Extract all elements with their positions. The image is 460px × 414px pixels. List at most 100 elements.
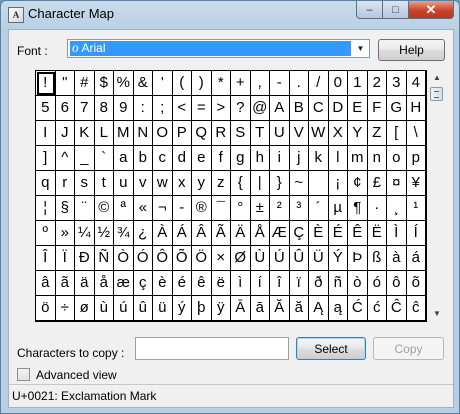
character-cell[interactable]: ]: [36, 146, 56, 171]
character-cell[interactable]: 5: [36, 96, 56, 121]
character-cell[interactable]: :: [133, 96, 153, 121]
character-grid-scrollbar[interactable]: ▲ ▼: [429, 70, 445, 322]
advanced-view-checkbox[interactable]: [17, 368, 30, 381]
character-cell[interactable]: 7: [75, 96, 95, 121]
character-cell[interactable]: t: [94, 171, 114, 196]
character-cell[interactable]: #: [75, 71, 95, 96]
character-cell[interactable]: Ü: [309, 246, 329, 271]
character-cell[interactable]: Õ: [172, 246, 192, 271]
character-cell[interactable]: ×: [211, 246, 231, 271]
character-cell[interactable]: ·: [367, 196, 387, 221]
character-cell[interactable]: ă: [289, 296, 309, 321]
character-cell[interactable]: Ý: [328, 246, 348, 271]
character-cell[interactable]: ®: [192, 196, 212, 221]
character-cell[interactable]: Ñ: [94, 246, 114, 271]
character-cell[interactable]: }: [270, 171, 290, 196]
character-cell[interactable]: ć: [367, 296, 387, 321]
character-cell[interactable]: Ì: [387, 221, 407, 246]
character-cell[interactable]: _: [75, 146, 95, 171]
character-cell[interactable]: Å: [250, 221, 270, 246]
character-cell[interactable]: ï: [289, 271, 309, 296]
character-cell[interactable]: ~: [289, 171, 309, 196]
character-cell[interactable]: ): [192, 71, 212, 96]
character-cell[interactable]: /: [309, 71, 329, 96]
minimize-button[interactable]: –: [356, 1, 383, 19]
scroll-down-arrow-icon[interactable]: ▼: [429, 306, 445, 322]
character-cell[interactable]: o: [387, 146, 407, 171]
character-cell[interactable]: ä: [75, 271, 95, 296]
character-cell[interactable]: C: [309, 96, 329, 121]
copy-button[interactable]: Copy: [373, 337, 444, 360]
character-cell[interactable]: º: [36, 221, 56, 246]
character-cell[interactable]: r: [55, 171, 75, 196]
character-cell[interactable]: [: [387, 121, 407, 146]
character-cell[interactable]: û: [133, 296, 153, 321]
character-cell[interactable]: ô: [387, 271, 407, 296]
character-cell[interactable]: ±: [250, 196, 270, 221]
character-cell[interactable]: Ć: [348, 296, 368, 321]
character-cell[interactable]: T: [250, 121, 270, 146]
character-cell[interactable]: ª: [114, 196, 134, 221]
scroll-thumb[interactable]: [430, 87, 443, 101]
character-cell[interactable]: F: [367, 96, 387, 121]
character-cell[interactable]: Ò: [114, 246, 134, 271]
character-cell[interactable]: (: [172, 71, 192, 96]
character-cell[interactable]: ¾: [114, 221, 134, 246]
character-cell[interactable]: ^: [55, 146, 75, 171]
character-cell[interactable]: a: [114, 146, 134, 171]
character-cell[interactable]: ': [153, 71, 173, 96]
character-cell[interactable]: À: [153, 221, 173, 246]
character-cell[interactable]: É: [328, 221, 348, 246]
character-cell[interactable]: >: [211, 96, 231, 121]
character-cell[interactable]: °: [231, 196, 251, 221]
character-cell[interactable]: Ç: [289, 221, 309, 246]
character-cell[interactable]: K: [75, 121, 95, 146]
character-cell[interactable]: e: [192, 146, 212, 171]
character-cell[interactable]: Ð: [75, 246, 95, 271]
character-cell[interactable]: ;: [153, 96, 173, 121]
character-cell[interactable]: `: [94, 146, 114, 171]
character-cell[interactable]: 9: [114, 96, 134, 121]
character-cell[interactable]: ¢: [348, 171, 368, 196]
character-cell[interactable]: n: [367, 146, 387, 171]
character-cell[interactable]: N: [133, 121, 153, 146]
character-cell[interactable]: A: [270, 96, 290, 121]
character-cell[interactable]: O: [153, 121, 173, 146]
character-cell[interactable]: m: [348, 146, 368, 171]
character-cell[interactable]: ¬: [153, 196, 173, 221]
character-cell[interactable]: p: [406, 146, 426, 171]
character-cell[interactable]: k: [309, 146, 329, 171]
close-button[interactable]: ✕: [409, 1, 454, 19]
character-cell[interactable]: ?: [231, 96, 251, 121]
character-cell[interactable]: D: [328, 96, 348, 121]
character-cell[interactable]: ¹: [406, 196, 426, 221]
character-cell[interactable]: 1: [348, 71, 368, 96]
character-cell[interactable]: Ï: [55, 246, 75, 271]
character-cell[interactable]: Y: [348, 121, 368, 146]
character-cell[interactable]: ³: [289, 196, 309, 221]
character-cell[interactable]: V: [289, 121, 309, 146]
character-cell[interactable]: ¥: [406, 171, 426, 196]
character-cell[interactable]: ą: [328, 296, 348, 321]
character-cell[interactable]: s: [75, 171, 95, 196]
character-cell[interactable]: 2: [367, 71, 387, 96]
character-cell[interactable]: ý: [172, 296, 192, 321]
scroll-up-arrow-icon[interactable]: ▲: [429, 70, 445, 86]
character-cell[interactable]: |: [250, 171, 270, 196]
character-cell[interactable]: ¼: [75, 221, 95, 246]
character-cell[interactable]: ò: [348, 271, 368, 296]
character-cell[interactable]: .: [289, 71, 309, 96]
character-cell[interactable]: Í: [406, 221, 426, 246]
character-cell[interactable]: {: [231, 171, 251, 196]
character-cell[interactable]: j: [289, 146, 309, 171]
character-cell[interactable]: R: [211, 121, 231, 146]
character-cell[interactable]: -: [172, 196, 192, 221]
character-cell[interactable]: ã: [55, 271, 75, 296]
character-cell[interactable]: W: [309, 121, 329, 146]
chevron-down-icon[interactable]: ▼: [353, 41, 368, 56]
character-cell[interactable]: Ô: [153, 246, 173, 271]
character-cell[interactable]: ": [55, 71, 75, 96]
title-bar[interactable]: A Character Map – □ ✕: [1, 1, 459, 27]
character-cell[interactable]: ĉ: [406, 296, 426, 321]
advanced-view-label[interactable]: Advanced view: [36, 368, 117, 382]
